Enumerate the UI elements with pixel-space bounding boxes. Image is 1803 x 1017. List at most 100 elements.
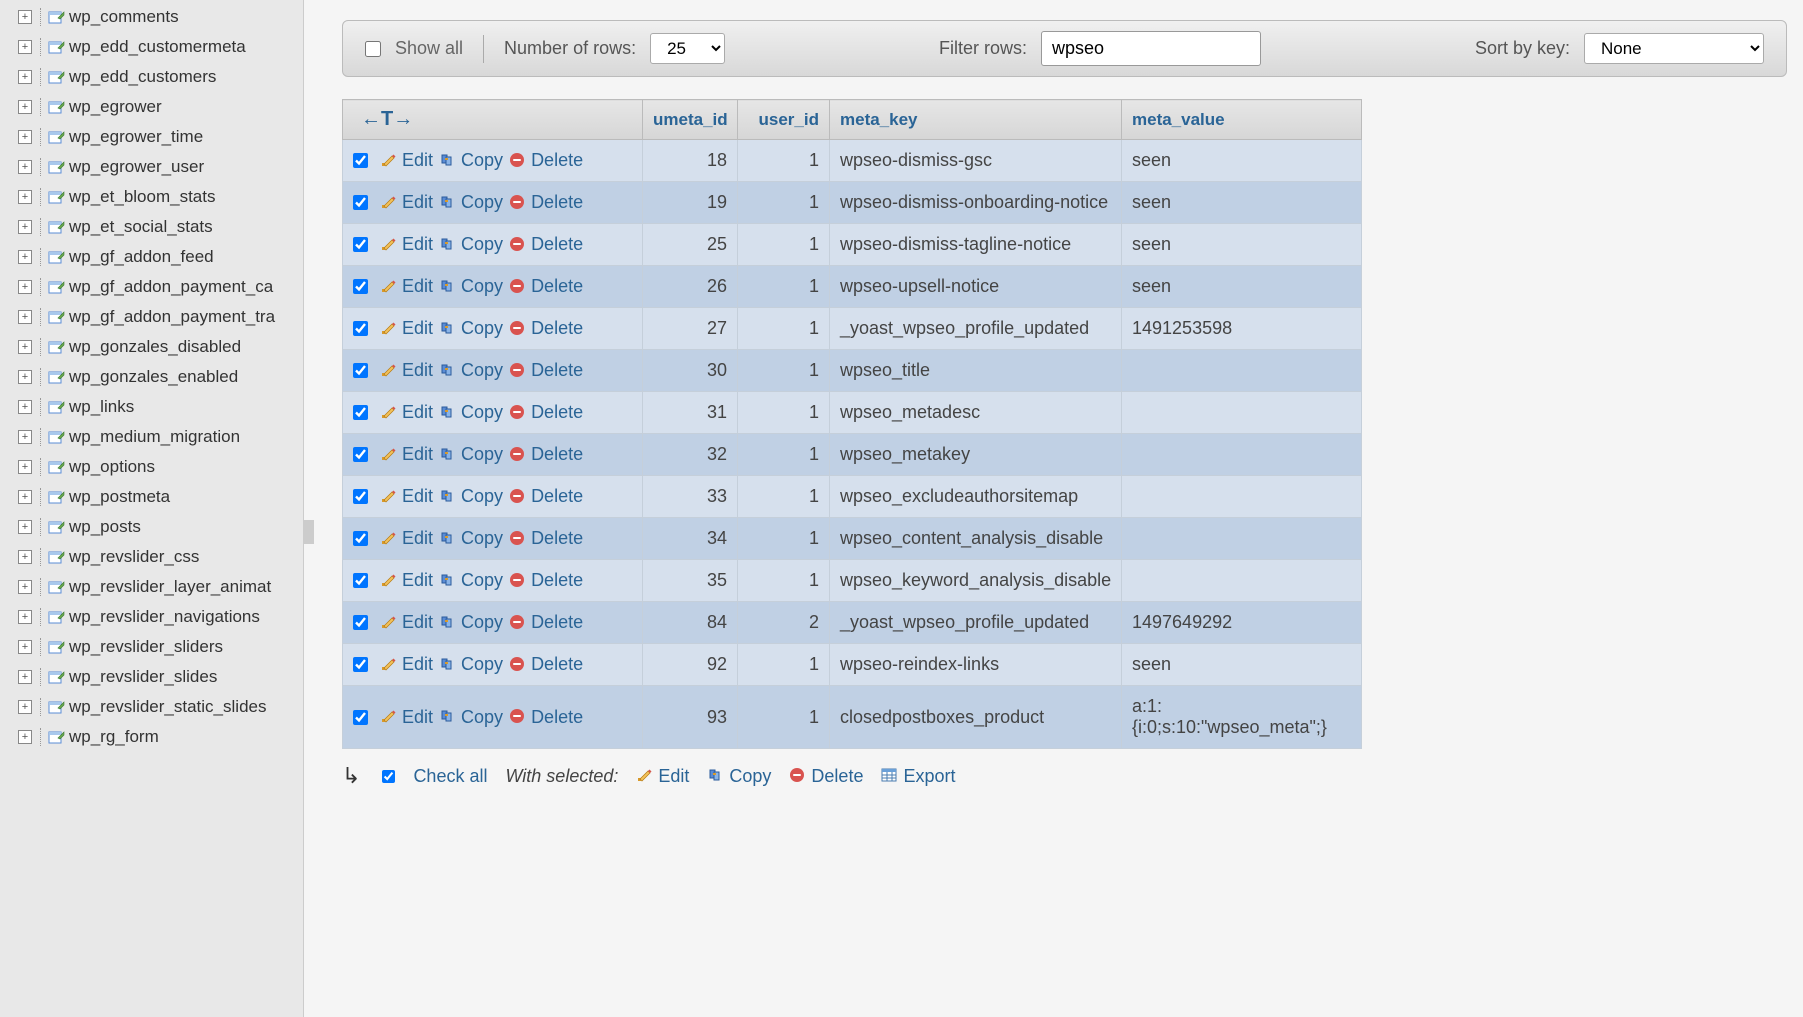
delete-button[interactable]: Delete	[509, 707, 583, 728]
row-checkbox[interactable]	[353, 405, 368, 420]
sidebar-item[interactable]: + wp_gonzales_enabled	[0, 362, 303, 392]
row-checkbox[interactable]	[353, 279, 368, 294]
row-checkbox[interactable]	[353, 531, 368, 546]
sidebar-item[interactable]: + wp_egrower_time	[0, 122, 303, 152]
delete-button[interactable]: Delete	[509, 654, 583, 675]
expand-icon[interactable]: +	[18, 640, 32, 654]
sidebar-item[interactable]: + wp_et_social_stats	[0, 212, 303, 242]
sidebar-item[interactable]: + wp_medium_migration	[0, 422, 303, 452]
expand-icon[interactable]: +	[18, 280, 32, 294]
expand-icon[interactable]: +	[18, 460, 32, 474]
expand-icon[interactable]: +	[18, 730, 32, 744]
delete-button[interactable]: Delete	[509, 150, 583, 171]
expand-icon[interactable]: +	[18, 190, 32, 204]
copy-button[interactable]: Copy	[439, 276, 503, 297]
row-checkbox[interactable]	[353, 363, 368, 378]
sidebar-item[interactable]: + wp_egrower_user	[0, 152, 303, 182]
row-checkbox[interactable]	[353, 573, 368, 588]
edit-button[interactable]: Edit	[380, 528, 433, 549]
copy-button[interactable]: Copy	[439, 486, 503, 507]
delete-button[interactable]: Delete	[509, 528, 583, 549]
edit-button[interactable]: Edit	[380, 444, 433, 465]
edit-button[interactable]: Edit	[380, 612, 433, 633]
delete-button[interactable]: Delete	[509, 486, 583, 507]
expand-icon[interactable]: +	[18, 550, 32, 564]
expand-icon[interactable]: +	[18, 520, 32, 534]
expand-icon[interactable]: +	[18, 220, 32, 234]
bulk-edit-button[interactable]: Edit	[636, 766, 689, 787]
edit-button[interactable]: Edit	[380, 402, 433, 423]
delete-button[interactable]: Delete	[509, 444, 583, 465]
sidebar-item[interactable]: + wp_comments	[0, 2, 303, 32]
edit-button[interactable]: Edit	[380, 318, 433, 339]
row-checkbox[interactable]	[353, 237, 368, 252]
row-checkbox[interactable]	[353, 321, 368, 336]
copy-button[interactable]: Copy	[439, 402, 503, 423]
filter-input[interactable]	[1041, 31, 1261, 66]
expand-icon[interactable]: +	[18, 580, 32, 594]
expand-icon[interactable]: +	[18, 100, 32, 114]
row-checkbox[interactable]	[353, 657, 368, 672]
show-all-checkbox[interactable]	[365, 41, 381, 57]
expand-icon[interactable]: +	[18, 700, 32, 714]
expand-icon[interactable]: +	[18, 370, 32, 384]
sidebar-item[interactable]: + wp_revslider_sliders	[0, 632, 303, 662]
expand-icon[interactable]: +	[18, 400, 32, 414]
row-checkbox[interactable]	[353, 489, 368, 504]
sidebar-item[interactable]: + wp_gf_addon_feed	[0, 242, 303, 272]
bulk-delete-button[interactable]: Delete	[789, 766, 863, 787]
sidebar[interactable]: + wp_comments+ wp_edd_customermeta+ wp_e…	[0, 0, 304, 1017]
copy-button[interactable]: Copy	[439, 528, 503, 549]
delete-button[interactable]: Delete	[509, 192, 583, 213]
edit-button[interactable]: Edit	[380, 707, 433, 728]
copy-button[interactable]: Copy	[439, 318, 503, 339]
sidebar-item[interactable]: + wp_revslider_css	[0, 542, 303, 572]
col-meta-value[interactable]: meta_value	[1122, 100, 1362, 140]
expand-icon[interactable]: +	[18, 430, 32, 444]
edit-button[interactable]: Edit	[380, 486, 433, 507]
copy-button[interactable]: Copy	[439, 360, 503, 381]
delete-button[interactable]: Delete	[509, 612, 583, 633]
edit-button[interactable]: Edit	[380, 150, 433, 171]
expand-icon[interactable]: +	[18, 340, 32, 354]
copy-button[interactable]: Copy	[439, 654, 503, 675]
sidebar-item[interactable]: + wp_revslider_navigations	[0, 602, 303, 632]
copy-button[interactable]: Copy	[439, 570, 503, 591]
bulk-export-button[interactable]: Export	[881, 766, 955, 787]
expand-icon[interactable]: +	[18, 160, 32, 174]
col-umeta-id[interactable]: umeta_id	[643, 100, 738, 140]
nav-arrows[interactable]: ←T→	[353, 108, 413, 130]
delete-button[interactable]: Delete	[509, 276, 583, 297]
expand-icon[interactable]: +	[18, 250, 32, 264]
delete-button[interactable]: Delete	[509, 318, 583, 339]
expand-icon[interactable]: +	[18, 310, 32, 324]
edit-button[interactable]: Edit	[380, 234, 433, 255]
sidebar-item[interactable]: + wp_edd_customermeta	[0, 32, 303, 62]
expand-icon[interactable]: +	[18, 130, 32, 144]
copy-button[interactable]: Copy	[439, 234, 503, 255]
copy-button[interactable]: Copy	[439, 150, 503, 171]
sidebar-item[interactable]: + wp_egrower	[0, 92, 303, 122]
delete-button[interactable]: Delete	[509, 570, 583, 591]
edit-button[interactable]: Edit	[380, 276, 433, 297]
num-rows-select[interactable]: 25	[650, 33, 725, 64]
delete-button[interactable]: Delete	[509, 360, 583, 381]
edit-button[interactable]: Edit	[380, 654, 433, 675]
edit-button[interactable]: Edit	[380, 570, 433, 591]
copy-button[interactable]: Copy	[439, 612, 503, 633]
collapse-handle[interactable]	[304, 520, 314, 544]
sidebar-item[interactable]: + wp_options	[0, 452, 303, 482]
bulk-copy-button[interactable]: Copy	[707, 766, 771, 787]
edit-button[interactable]: Edit	[380, 360, 433, 381]
sidebar-item[interactable]: + wp_revslider_layer_animat	[0, 572, 303, 602]
row-checkbox[interactable]	[353, 195, 368, 210]
expand-icon[interactable]: +	[18, 70, 32, 84]
sidebar-item[interactable]: + wp_revslider_slides	[0, 662, 303, 692]
sidebar-item[interactable]: + wp_edd_customers	[0, 62, 303, 92]
row-checkbox[interactable]	[353, 710, 368, 725]
sidebar-item[interactable]: + wp_et_bloom_stats	[0, 182, 303, 212]
copy-button[interactable]: Copy	[439, 444, 503, 465]
check-all-checkbox[interactable]	[382, 770, 395, 783]
expand-icon[interactable]: +	[18, 490, 32, 504]
row-checkbox[interactable]	[353, 153, 368, 168]
